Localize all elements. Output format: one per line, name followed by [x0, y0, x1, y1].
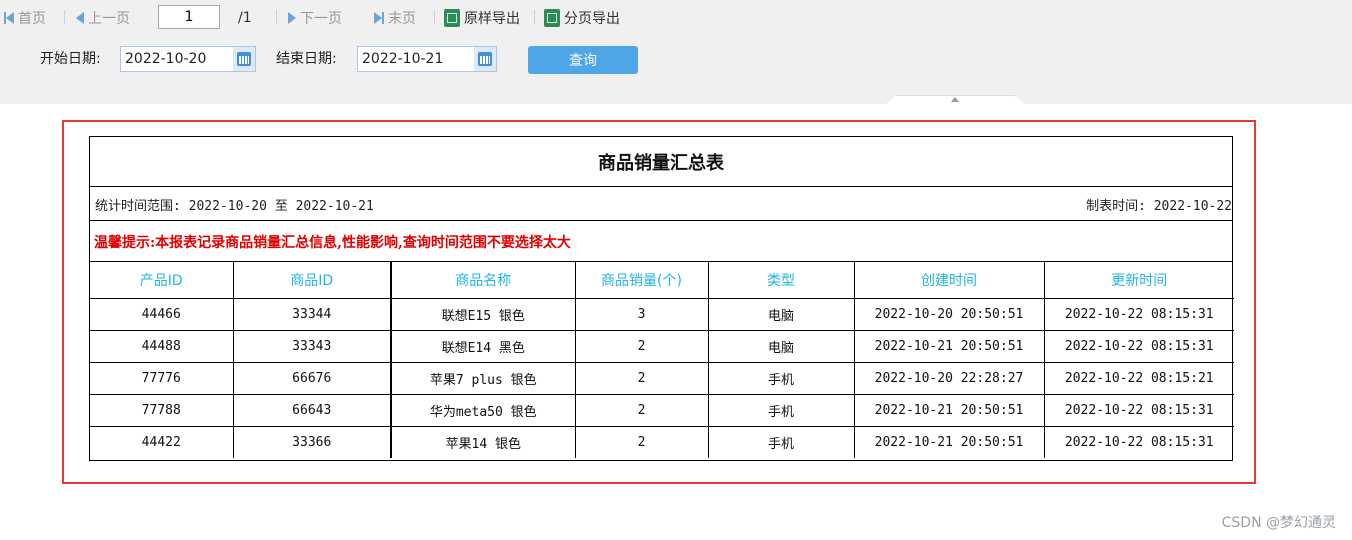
column-header: 商品ID	[232, 261, 392, 299]
export-original-label: 原样导出	[464, 11, 520, 27]
table-cell: 66643	[232, 394, 392, 427]
table-cell: 苹果14 银色	[390, 426, 576, 458]
report-info-row: 统计时间范围: 2022-10-20 至 2022-10-21 制表时间: 20…	[90, 186, 1232, 221]
last-page-label: 末页	[388, 11, 416, 27]
table-row: 77776 66676 苹果7 plus 银色 2 手机 2022-10-20 …	[90, 362, 1234, 395]
table-cell: 联想E14 黑色	[390, 330, 576, 363]
table-row: 44488 33343 联想E14 黑色 2 电脑 2022-10-21 20:…	[90, 330, 1234, 363]
table-cell: 手机	[707, 362, 855, 395]
page-total: /1	[238, 10, 252, 26]
table-cell: 77788	[90, 394, 234, 427]
table-cell: 2	[574, 394, 709, 427]
table-cell: 联想E15 银色	[390, 298, 576, 331]
table-cell: 3	[574, 298, 709, 331]
table-cell: 苹果7 plus 银色	[390, 362, 576, 395]
prev-page-icon	[76, 12, 84, 24]
table-cell: 2022-10-22 08:15:21	[1043, 362, 1234, 395]
table-row: 44466 33344 联想E15 银色 3 电脑 2022-10-20 20:…	[90, 298, 1234, 331]
prev-page-button[interactable]: 上一页	[76, 8, 130, 28]
first-page-label: 首页	[18, 11, 46, 27]
warning-text: 温馨提示:本报表记录商品销量汇总信息,性能影响,查询时间范围不要选择太大	[94, 235, 571, 251]
query-button[interactable]: 查询	[528, 46, 638, 74]
excel-icon	[544, 9, 560, 27]
next-page-icon	[288, 12, 296, 24]
next-page-button[interactable]: 下一页	[288, 8, 342, 28]
start-date-label: 开始日期:	[40, 51, 101, 67]
table-cell: 2022-10-21 20:50:51	[853, 426, 1045, 458]
table-cell: 2022-10-22 08:15:31	[1043, 394, 1234, 427]
export-original-button[interactable]: 原样导出	[444, 8, 520, 28]
made-time-text: 制表时间: 2022-10-22	[1086, 199, 1232, 214]
table-row: 44422 33366 苹果14 银色 2 手机 2022-10-21 20:5…	[90, 426, 1234, 458]
page-number-input[interactable]	[158, 5, 220, 29]
column-header: 产品ID	[90, 261, 234, 299]
prev-page-label: 上一页	[88, 11, 130, 27]
table-cell: 电脑	[707, 298, 855, 331]
table-cell: 2022-10-22 08:15:31	[1043, 330, 1234, 363]
report-toolbar: 首页 上一页 /1 下一页 末页 原样导出 分页导出	[0, 0, 1352, 36]
end-date-field[interactable]	[357, 46, 497, 72]
table-cell: 2022-10-21 20:50:51	[853, 330, 1045, 363]
table-cell: 华为meta50 银色	[390, 394, 576, 427]
table-cell: 2022-10-22 08:15:31	[1043, 298, 1234, 331]
export-paged-button[interactable]: 分页导出	[544, 8, 620, 28]
column-header: 商品销量(个)	[574, 261, 709, 299]
warning-row: 温馨提示:本报表记录商品销量汇总信息,性能影响,查询时间范围不要选择太大	[90, 220, 1232, 262]
column-header: 类型	[707, 261, 855, 299]
table-cell: 66676	[232, 362, 392, 395]
last-page-icon	[374, 12, 384, 24]
table-cell: 手机	[707, 394, 855, 427]
end-date-label: 结束日期:	[276, 51, 337, 67]
table-cell: 44466	[90, 298, 234, 331]
table-cell: 2	[574, 330, 709, 363]
table-cell: 2022-10-20 20:50:51	[853, 298, 1045, 331]
table-cell: 2	[574, 362, 709, 395]
next-page-label: 下一页	[300, 11, 342, 27]
table-cell: 2022-10-20 22:28:27	[853, 362, 1045, 395]
calendar-icon[interactable]	[233, 47, 255, 71]
first-page-button[interactable]: 首页	[4, 8, 46, 28]
table-cell: 33366	[232, 426, 392, 458]
calendar-icon[interactable]	[474, 47, 496, 71]
toolbar-divider	[434, 10, 435, 24]
excel-icon	[444, 9, 460, 27]
watermark-text: CSDN @梦幻通灵	[1221, 515, 1336, 531]
time-range-text: 统计时间范围: 2022-10-20 至 2022-10-21	[95, 199, 374, 214]
end-date-input[interactable]	[362, 51, 466, 67]
report-title: 商品销量汇总表	[90, 137, 1232, 187]
toolbar-divider	[534, 10, 535, 24]
table-cell: 44488	[90, 330, 234, 363]
column-header: 商品名称	[390, 261, 576, 299]
table-header-row: 产品ID 商品ID 商品名称 商品销量(个) 类型 创建时间 更新时间	[90, 261, 1234, 299]
toolbar-divider	[276, 10, 277, 24]
table-cell: 2	[574, 426, 709, 458]
last-page-button[interactable]: 末页	[374, 8, 416, 28]
start-date-input[interactable]	[125, 51, 229, 67]
table-cell: 33343	[232, 330, 392, 363]
toolbar-divider	[64, 10, 65, 24]
column-header: 更新时间	[1043, 261, 1234, 299]
table-cell: 手机	[707, 426, 855, 458]
table-row: 77788 66643 华为meta50 银色 2 手机 2022-10-21 …	[90, 394, 1234, 427]
report-sheet: 商品销量汇总表 统计时间范围: 2022-10-20 至 2022-10-21 …	[89, 136, 1234, 461]
table-cell: 电脑	[707, 330, 855, 363]
table-cell: 33344	[232, 298, 392, 331]
sales-table: 产品ID 商品ID 商品名称 商品销量(个) 类型 创建时间 更新时间 4446…	[90, 261, 1234, 458]
start-date-field[interactable]	[120, 46, 256, 72]
table-cell: 77776	[90, 362, 234, 395]
table-cell: 2022-10-21 20:50:51	[853, 394, 1045, 427]
first-page-icon	[4, 12, 14, 24]
export-paged-label: 分页导出	[564, 11, 620, 27]
chevron-up-icon	[951, 97, 959, 102]
filter-panel: 开始日期: 结束日期: 查询	[0, 36, 1352, 104]
column-header: 创建时间	[853, 261, 1045, 299]
table-cell: 2022-10-22 08:15:31	[1043, 426, 1234, 458]
table-cell: 44422	[90, 426, 234, 458]
